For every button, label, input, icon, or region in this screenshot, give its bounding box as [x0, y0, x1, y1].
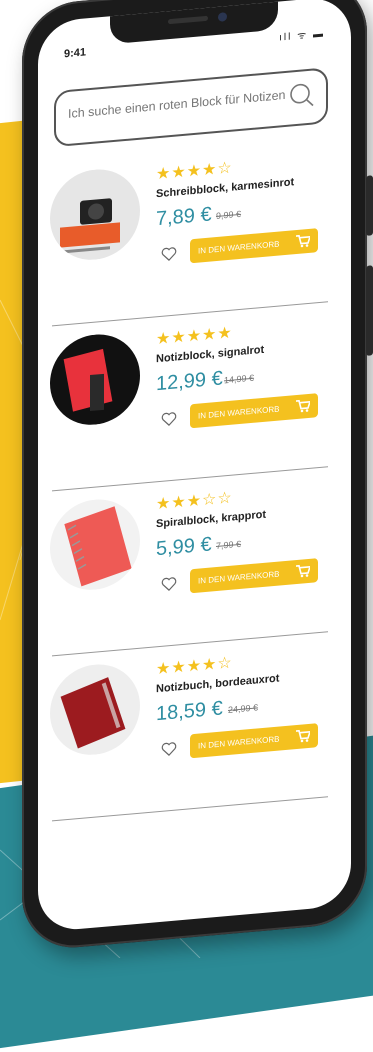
- rating-stars: ★★★☆☆: [156, 489, 233, 514]
- status-icons: ıll ᯤ ▬: [279, 28, 325, 44]
- product-price: 12,99 €: [156, 367, 223, 396]
- cart-icon: [296, 399, 310, 413]
- add-to-cart-label: IN DEN WARENKORB: [198, 403, 280, 421]
- add-to-cart-button[interactable]: IN DEN WARENKORB: [190, 723, 318, 759]
- old-price: 9,99 €: [216, 208, 242, 222]
- cart-icon: [296, 729, 310, 743]
- product-image: [50, 330, 140, 429]
- search-input[interactable]: [66, 86, 290, 123]
- heart-icon[interactable]: [160, 574, 178, 594]
- list-item[interactable]: ★★★★☆ Notizbuch, bordeauxrot 18,59 € 24,…: [38, 630, 351, 822]
- add-to-cart-button[interactable]: IN DEN WARENKORB: [190, 393, 318, 429]
- camera: [218, 12, 227, 22]
- side-button: [366, 175, 373, 236]
- rating-stars: ★★★★☆: [156, 654, 233, 679]
- phone-frame: 9:41 ıll ᯤ ▬ ★★★★☆ Schreibblock, kar: [22, 0, 373, 953]
- product-image: [50, 495, 140, 594]
- list-item[interactable]: ★★★★★ Notizblock, signalrot 12,99 € 14,9…: [38, 300, 351, 492]
- product-price: 5,99 €: [156, 533, 212, 561]
- add-to-cart-label: IN DEN WARENKORB: [198, 568, 280, 586]
- add-to-cart-label: IN DEN WARENKORB: [198, 238, 280, 256]
- rating-stars: ★★★★☆: [156, 159, 233, 184]
- heart-icon[interactable]: [160, 739, 178, 759]
- product-price: 18,59 €: [156, 697, 223, 726]
- heart-icon[interactable]: [160, 409, 178, 429]
- side-button: [366, 265, 373, 356]
- old-price: 14,99 €: [224, 372, 255, 386]
- cart-icon: [296, 564, 310, 578]
- cart-icon: [296, 234, 310, 248]
- notch: [110, 0, 278, 45]
- product-image: [50, 660, 140, 759]
- add-to-cart-label: IN DEN WARENKORB: [198, 733, 280, 751]
- rating-stars: ★★★★★: [156, 324, 233, 349]
- old-price: 7,99 €: [216, 538, 242, 552]
- add-to-cart-button[interactable]: IN DEN WARENKORB: [190, 558, 318, 594]
- list-item[interactable]: ★★★☆☆ Spiralblock, krapprot 5,99 € 7,99 …: [38, 465, 351, 657]
- add-to-cart-button[interactable]: IN DEN WARENKORB: [190, 228, 318, 264]
- old-price: 24,99 €: [228, 702, 259, 715]
- phone-screen: 9:41 ıll ᯤ ▬ ★★★★☆ Schreibblock, kar: [38, 0, 351, 933]
- search-icon[interactable]: [288, 80, 316, 110]
- product-image: [50, 165, 140, 264]
- product-price: 7,89 €: [156, 203, 212, 231]
- divider: [52, 796, 328, 822]
- list-item[interactable]: ★★★★☆ Schreibblock, karmesinrot 7,89 € 9…: [38, 135, 351, 327]
- speaker: [168, 15, 208, 25]
- search-bar[interactable]: [54, 67, 328, 148]
- heart-icon[interactable]: [160, 244, 178, 264]
- status-time: 9:41: [64, 46, 87, 61]
